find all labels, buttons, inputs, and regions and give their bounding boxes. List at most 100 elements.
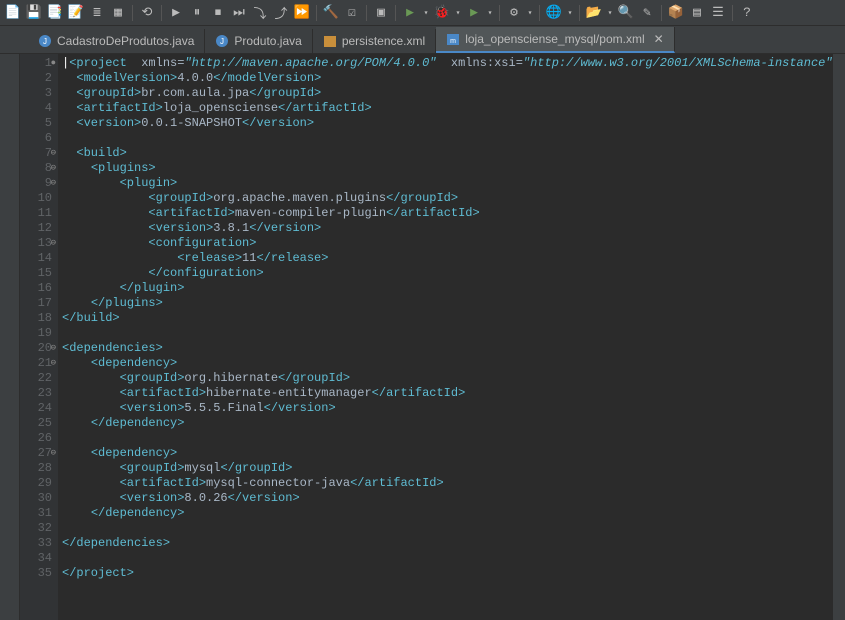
globe-icon[interactable]: 🌐 xyxy=(545,4,563,22)
search-icon[interactable]: 🔍 xyxy=(617,4,635,22)
wand-icon[interactable]: ✎ xyxy=(638,4,656,22)
dropdown-icon[interactable]: ▾ xyxy=(526,4,534,22)
dropdown-icon[interactable]: ▾ xyxy=(606,4,614,22)
stop-icon[interactable]: ⏹ xyxy=(209,4,227,22)
code-line[interactable]: <artifactId>hibernate-entitymanager</art… xyxy=(62,386,829,401)
pkg-icon[interactable]: 📦 xyxy=(667,4,685,22)
resume-icon[interactable]: ⏩ xyxy=(293,4,311,22)
term-icon[interactable]: ▣ xyxy=(372,4,390,22)
doc-icon[interactable]: ▦ xyxy=(109,4,127,22)
code-line[interactable]: <groupId>org.apache.maven.plugins</group… xyxy=(62,191,829,206)
tasks-icon[interactable]: ☑ xyxy=(343,4,361,22)
line-number: 17 xyxy=(22,296,52,311)
tab-persistence-xml[interactable]: persistence.xml xyxy=(313,29,436,53)
code-line[interactable]: <artifactId>mysql-connector-java</artifa… xyxy=(62,476,829,491)
code-line[interactable]: |<project xmlns="http://maven.apache.org… xyxy=(62,56,829,71)
line-number: 11 xyxy=(22,206,52,221)
code-line[interactable] xyxy=(62,551,829,566)
fold-icon[interactable]: ⊖ xyxy=(51,356,56,371)
save-icon[interactable]: 💾 xyxy=(25,4,43,22)
ext-icon[interactable]: ⚙ xyxy=(505,4,523,22)
code-line[interactable] xyxy=(62,131,829,146)
fold-icon[interactable]: ⊖ xyxy=(51,146,56,161)
code-line[interactable]: <version>5.5.5.Final</version> xyxy=(62,401,829,416)
grid-icon[interactable]: ▤ xyxy=(688,4,706,22)
code-line[interactable]: <artifactId>maven-compiler-plugin</artif… xyxy=(62,206,829,221)
fold-icon[interactable]: ● xyxy=(51,56,56,71)
toolbar-separator xyxy=(395,5,396,21)
debug-icon[interactable]: 🐞 xyxy=(433,4,451,22)
fold-icon[interactable]: ⊖ xyxy=(51,236,56,251)
code-line[interactable]: <version>0.0.1-SNAPSHOT</version> xyxy=(62,116,829,131)
fold-icon[interactable]: ⊖ xyxy=(51,446,56,461)
line-number: 18 xyxy=(22,311,52,326)
code-line[interactable]: </plugins> xyxy=(62,296,829,311)
pause-icon[interactable]: ⏸ xyxy=(188,4,206,22)
toolbar-separator xyxy=(132,5,133,21)
code-line[interactable] xyxy=(62,326,829,341)
code-line[interactable] xyxy=(62,521,829,536)
code-line[interactable]: <groupId>mysql</groupId> xyxy=(62,461,829,476)
play-icon[interactable]: ▶ xyxy=(167,4,185,22)
code-line[interactable] xyxy=(62,431,829,446)
code-line[interactable]: <plugins> xyxy=(62,161,829,176)
edit-icon[interactable]: 📝 xyxy=(67,4,85,22)
line-number: 28 xyxy=(22,461,52,476)
help-icon[interactable]: ? xyxy=(738,4,756,22)
close-icon[interactable]: ✕ xyxy=(654,32,664,46)
dropdown-icon[interactable]: ▾ xyxy=(566,4,574,22)
code-line[interactable]: </plugin> xyxy=(62,281,829,296)
code-line[interactable]: <groupId>org.hibernate</groupId> xyxy=(62,371,829,386)
code-line[interactable]: </dependency> xyxy=(62,416,829,431)
back-icon[interactable]: ⟲ xyxy=(138,4,156,22)
skip-icon[interactable]: ⏭ xyxy=(230,4,248,22)
code-line[interactable]: <modelVersion>4.0.0</modelVersion> xyxy=(62,71,829,86)
dropdown-icon[interactable]: ▾ xyxy=(422,4,430,22)
code-line[interactable]: <dependency> xyxy=(62,446,829,461)
step-icon[interactable]: ⤵ xyxy=(251,4,269,22)
new-icon[interactable]: 📄 xyxy=(4,4,22,22)
list-icon[interactable]: ≣ xyxy=(88,4,106,22)
code-line[interactable]: <dependencies> xyxy=(62,341,829,356)
toolbar-separator xyxy=(499,5,500,21)
code-line[interactable]: </dependency> xyxy=(62,506,829,521)
code-line[interactable]: <configuration> xyxy=(62,236,829,251)
tab-produto-java[interactable]: JProduto.java xyxy=(205,29,312,53)
dropdown-icon[interactable]: ▾ xyxy=(486,4,494,22)
editor-tabs: JCadastroDeProdutos.javaJProduto.javaper… xyxy=(0,26,845,54)
dropdown-icon[interactable]: ▾ xyxy=(454,4,462,22)
open-icon[interactable]: 📂 xyxy=(585,4,603,22)
tab-loja-opensciense-mysql-pom-xml[interactable]: mloja_opensciense_mysql/pom.xml✕ xyxy=(436,27,674,53)
build-icon[interactable]: 🔨 xyxy=(322,4,340,22)
code-line[interactable]: </dependencies> xyxy=(62,536,829,551)
code-line[interactable]: <dependency> xyxy=(62,356,829,371)
eq-icon[interactable]: ☰ xyxy=(709,4,727,22)
line-number: 5 xyxy=(22,116,52,131)
line-number: 8⊖ xyxy=(22,161,52,176)
step2-icon[interactable]: ⤴ xyxy=(272,4,290,22)
fold-icon[interactable]: ⊖ xyxy=(51,341,56,356)
code-line[interactable]: <release>11</release> xyxy=(62,251,829,266)
run-green-icon[interactable]: ▶ xyxy=(401,4,419,22)
line-number: 16 xyxy=(22,281,52,296)
code-line[interactable]: <artifactId>loja_opensciense</artifactId… xyxy=(62,101,829,116)
code-line[interactable]: </project> xyxy=(62,566,829,581)
line-number: 33 xyxy=(22,536,52,551)
code-line[interactable]: <build> xyxy=(62,146,829,161)
editor: 1●234567⊖8⊖9⊖10111213⊖14151617181920⊖21⊖… xyxy=(0,54,845,620)
run2-icon[interactable]: ▶ xyxy=(465,4,483,22)
code-line[interactable]: <version>3.8.1</version> xyxy=(62,221,829,236)
fold-icon[interactable]: ⊖ xyxy=(51,161,56,176)
fold-icon[interactable]: ⊖ xyxy=(51,176,56,191)
line-number: 25 xyxy=(22,416,52,431)
java-file-icon: J xyxy=(215,34,229,48)
tab-cadastrodeprodutos-java[interactable]: JCadastroDeProdutos.java xyxy=(28,29,205,53)
line-number: 27⊖ xyxy=(22,446,52,461)
code-line[interactable]: <groupId>br.com.aula.jpa</groupId> xyxy=(62,86,829,101)
code-area[interactable]: |<project xmlns="http://maven.apache.org… xyxy=(58,54,833,620)
code-line[interactable]: <version>8.0.26</version> xyxy=(62,491,829,506)
code-line[interactable]: </build> xyxy=(62,311,829,326)
code-line[interactable]: </configuration> xyxy=(62,266,829,281)
save-all-icon[interactable]: 📑 xyxy=(46,4,64,22)
code-line[interactable]: <plugin> xyxy=(62,176,829,191)
